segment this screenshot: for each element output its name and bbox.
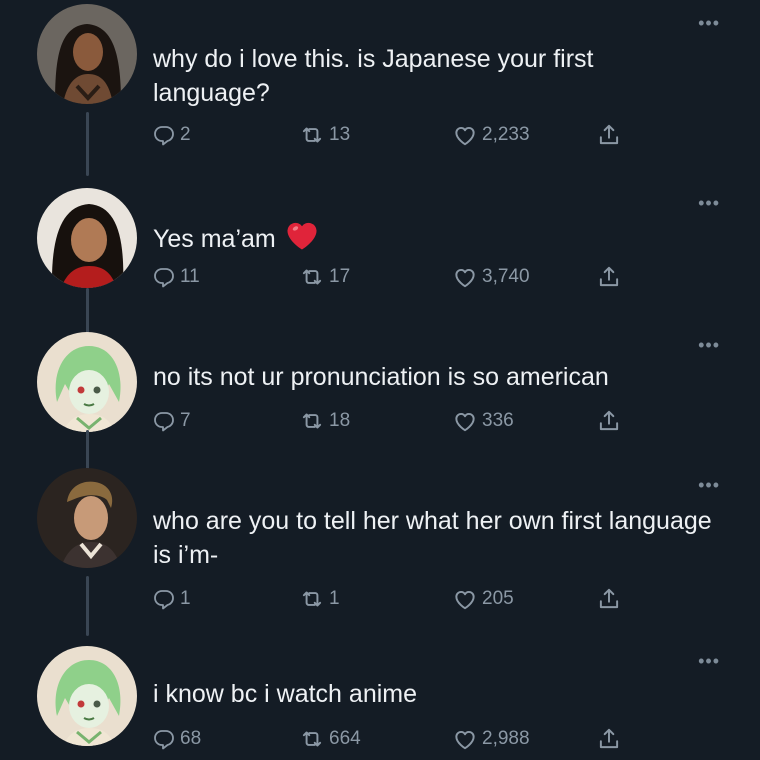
retweet-count: 13 bbox=[329, 124, 351, 145]
share-button[interactable] bbox=[596, 406, 622, 436]
reply-button[interactable]: 2 bbox=[152, 120, 191, 150]
retweet-button[interactable]: 13 bbox=[299, 120, 350, 150]
avatar-image bbox=[37, 188, 137, 288]
retweet-button[interactable]: 17 bbox=[299, 262, 350, 292]
more-options-button[interactable]: ••• bbox=[698, 652, 720, 670]
retweet-icon bbox=[299, 122, 325, 148]
retweet-count: 18 bbox=[329, 410, 351, 431]
red-heart-emoji bbox=[287, 222, 317, 250]
avatar[interactable] bbox=[37, 646, 137, 746]
tweet-text: who are you to tell her what her own fir… bbox=[153, 507, 712, 569]
reply-count: 68 bbox=[180, 728, 202, 749]
thread-connector-line bbox=[86, 112, 89, 176]
share-icon bbox=[596, 122, 622, 148]
reply-icon bbox=[152, 587, 176, 611]
like-button[interactable]: 2,988 bbox=[452, 724, 530, 754]
share-button[interactable] bbox=[596, 120, 622, 150]
reply-button[interactable]: 1 bbox=[152, 584, 191, 614]
reply-count: 7 bbox=[180, 410, 191, 431]
tweet-text-row: Yes ma’am bbox=[153, 219, 713, 256]
reply-button[interactable]: 68 bbox=[152, 724, 201, 754]
share-icon bbox=[596, 586, 622, 612]
tweet-thread: ••• why do i love this. is Japanese your… bbox=[0, 0, 760, 760]
reply-icon bbox=[152, 409, 176, 433]
reply-button[interactable]: 11 bbox=[152, 262, 200, 292]
more-options-button[interactable]: ••• bbox=[698, 476, 720, 494]
avatar[interactable] bbox=[37, 4, 137, 104]
like-count: 2,233 bbox=[482, 124, 530, 145]
retweet-count: 664 bbox=[329, 728, 361, 749]
reply-count: 11 bbox=[180, 266, 200, 287]
retweet-icon bbox=[299, 408, 325, 434]
like-count: 336 bbox=[482, 410, 514, 431]
like-count: 205 bbox=[482, 588, 514, 609]
retweet-icon bbox=[299, 264, 325, 290]
retweet-button[interactable]: 1 bbox=[299, 584, 340, 614]
like-icon bbox=[452, 264, 478, 290]
reply-count: 2 bbox=[180, 124, 191, 145]
reply-icon bbox=[152, 123, 176, 147]
tweet-text: why do i love this. is Japanese your fir… bbox=[153, 45, 594, 107]
tweet-text: i know bc i watch anime bbox=[153, 680, 418, 708]
more-options-button[interactable]: ••• bbox=[698, 194, 720, 212]
avatar[interactable] bbox=[37, 468, 137, 568]
avatar[interactable] bbox=[37, 188, 137, 288]
like-button[interactable]: 2,233 bbox=[452, 120, 530, 150]
share-icon bbox=[596, 726, 622, 752]
share-button[interactable] bbox=[596, 262, 622, 292]
retweet-icon bbox=[299, 586, 325, 612]
retweet-count: 17 bbox=[329, 266, 351, 287]
thread-connector-line bbox=[86, 576, 89, 636]
more-options-button[interactable]: ••• bbox=[698, 14, 720, 32]
retweet-icon bbox=[299, 726, 325, 752]
like-icon bbox=[452, 586, 478, 612]
retweet-button[interactable]: 18 bbox=[299, 406, 350, 436]
like-icon bbox=[452, 726, 478, 752]
reply-icon bbox=[152, 727, 176, 751]
tweet-actions: 2 13 2,233 bbox=[152, 120, 652, 150]
share-icon bbox=[596, 264, 622, 290]
like-icon bbox=[452, 122, 478, 148]
tweet-actions: 1 1 205 bbox=[152, 584, 652, 614]
reply-button[interactable]: 7 bbox=[152, 406, 191, 436]
tweet-actions: 68 664 2,988 bbox=[152, 724, 652, 754]
avatar-image bbox=[37, 468, 137, 568]
reply-count: 1 bbox=[180, 588, 191, 609]
tweet-text: Yes ma’am bbox=[153, 225, 276, 253]
retweet-button[interactable]: 664 bbox=[299, 724, 361, 754]
share-button[interactable] bbox=[596, 724, 622, 754]
reply-icon bbox=[152, 265, 176, 289]
share-button[interactable] bbox=[596, 584, 622, 614]
retweet-count: 1 bbox=[329, 588, 340, 609]
tweet-actions: 11 17 3,740 bbox=[152, 262, 652, 292]
like-count: 3,740 bbox=[482, 266, 530, 287]
share-icon bbox=[596, 408, 622, 434]
more-options-button[interactable]: ••• bbox=[698, 336, 720, 354]
like-button[interactable]: 3,740 bbox=[452, 262, 530, 292]
like-count: 2,988 bbox=[482, 728, 530, 749]
tweet-text: no its not ur pronunciation is so americ… bbox=[153, 363, 609, 391]
avatar-image bbox=[37, 646, 137, 746]
like-button[interactable]: 205 bbox=[452, 584, 514, 614]
like-icon bbox=[452, 408, 478, 434]
tweet-actions: 7 18 336 bbox=[152, 406, 652, 436]
like-button[interactable]: 336 bbox=[452, 406, 514, 436]
avatar-image bbox=[37, 332, 137, 432]
avatar-image bbox=[37, 4, 137, 104]
avatar[interactable] bbox=[37, 332, 137, 432]
